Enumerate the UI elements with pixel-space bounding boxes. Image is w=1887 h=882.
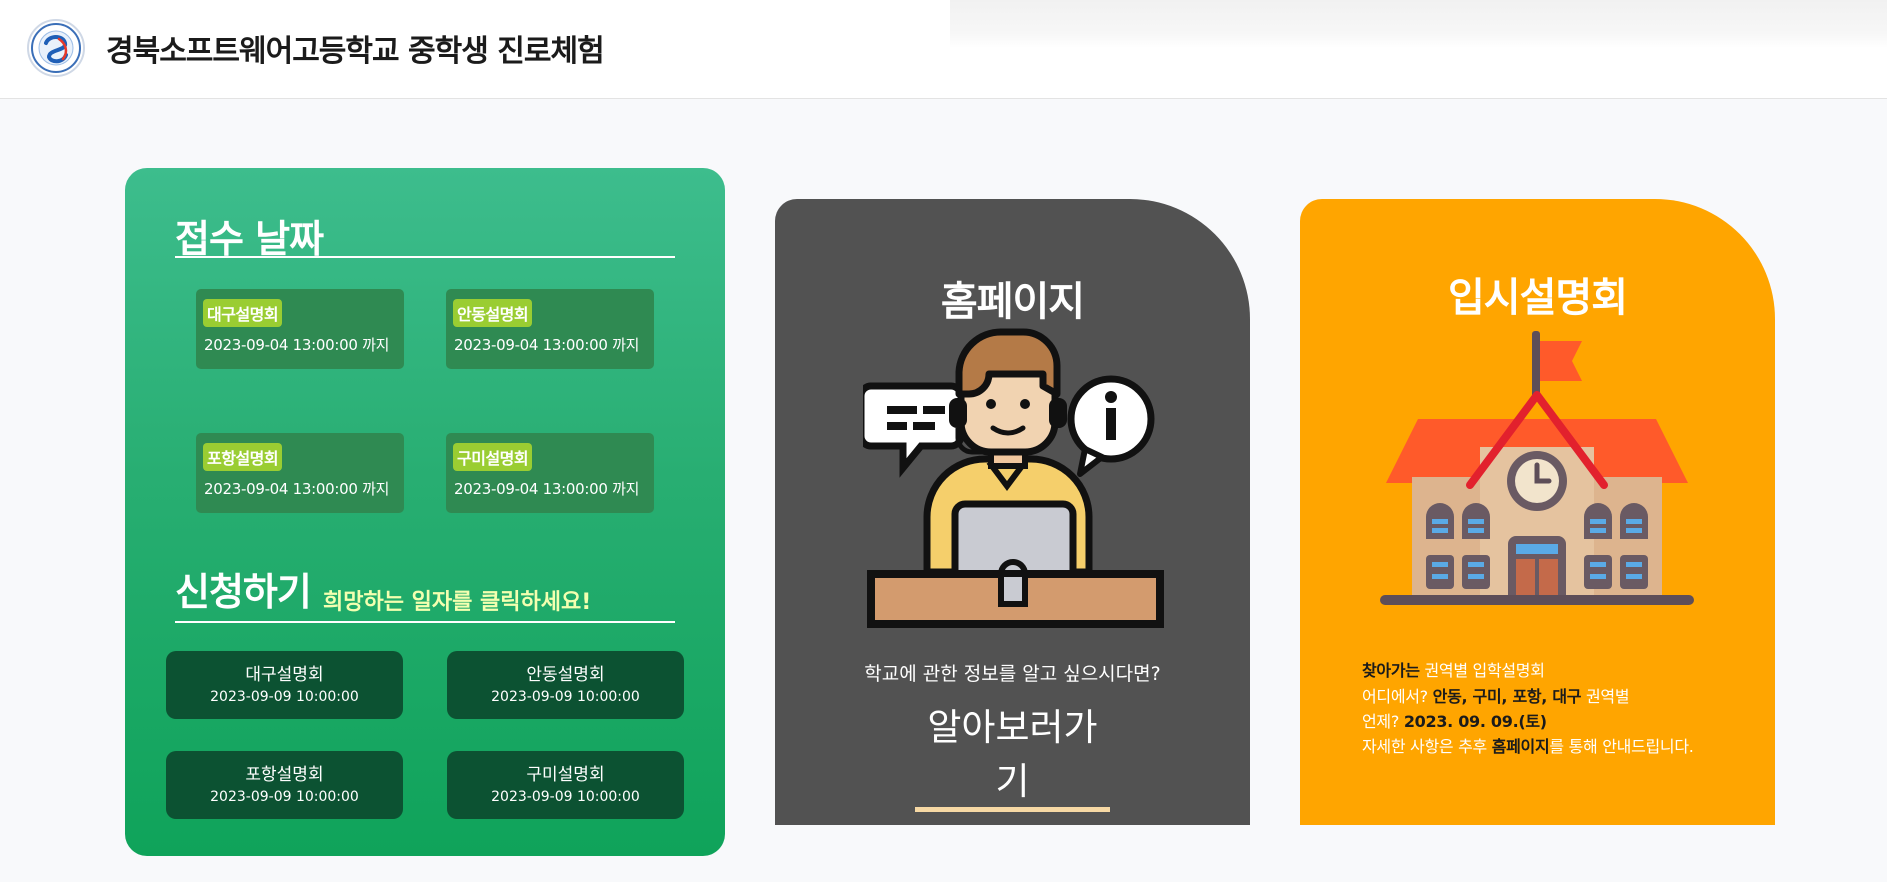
apply-title: 신청하기 — [175, 570, 312, 614]
apply-button-pohang[interactable]: 포항설명회 2023-09-09 10:00:00 — [166, 751, 403, 819]
registration-item: 대구설명회 2023-09-04 13:00:00 까지 — [196, 289, 404, 369]
registration-deadline: 2023-09-04 13:00:00 까지 — [204, 336, 390, 354]
registration-badge: 포항설명회 — [203, 443, 283, 471]
registration-badge: 구미설명회 — [453, 443, 533, 471]
header-shade — [950, 0, 1887, 48]
admission-info-line: 자세한 사항은 추후 홈페이지를 통해 안내드립니다. — [1362, 733, 1694, 757]
apply-button-gumi[interactable]: 구미설명회 2023-09-09 10:00:00 — [447, 751, 684, 819]
info-emphasis: 안동, 구미, 포항, 대구 — [1432, 687, 1582, 706]
homepage-title: 홈페이지 — [940, 279, 1085, 325]
admission-info-line: 어디에서? 안동, 구미, 포항, 대구 권역별 — [1362, 683, 1630, 707]
info-text: 권역별 — [1581, 687, 1630, 706]
apply-button-label: 구미설명회 — [526, 765, 605, 785]
learn-more-link[interactable]: 알아보러가기 — [915, 697, 1110, 812]
info-text: 언제? — [1362, 712, 1404, 731]
registration-deadline: 2023-09-04 13:00:00 까지 — [454, 336, 640, 354]
school-emblem-icon[interactable] — [27, 19, 85, 77]
registration-item: 안동설명회 2023-09-04 13:00:00 까지 — [446, 289, 654, 369]
admission-info-line: 언제? 2023. 09. 09.(토) — [1362, 708, 1547, 732]
divider — [175, 621, 675, 623]
apply-button-label: 대구설명회 — [245, 665, 324, 685]
site-title[interactable]: 경북소프트웨어고등학교 중학생 진로체험 — [106, 26, 605, 70]
header: 경북소프트웨어고등학교 중학생 진로체험 — [0, 0, 1887, 99]
admission-title: 입시설명회 — [1448, 275, 1628, 321]
registration-badge: 대구설명회 — [203, 299, 283, 327]
school-building-icon — [1380, 329, 1695, 633]
registration-badge: 안동설명회 — [453, 299, 533, 327]
apply-button-daegu[interactable]: 대구설명회 2023-09-09 10:00:00 — [166, 651, 403, 719]
registration-item: 구미설명회 2023-09-04 13:00:00 까지 — [446, 433, 654, 513]
info-emphasis: 찾아가는 — [1362, 661, 1420, 680]
homepage-card: 홈페이지 학교에 관한 정보를 알고 싶으시다면? 알아보러가기 — [775, 199, 1250, 825]
customer-support-icon — [857, 324, 1168, 638]
apply-button-label: 안동설명회 — [526, 665, 605, 685]
apply-button-datetime: 2023-09-09 10:00:00 — [491, 689, 640, 705]
apply-button-label: 포항설명회 — [245, 765, 324, 785]
registration-deadline: 2023-09-04 13:00:00 까지 — [204, 480, 390, 498]
divider — [175, 256, 675, 258]
apply-subtitle: 희망하는 일자를 클릭하세요! — [323, 590, 592, 615]
registration-item: 포항설명회 2023-09-04 13:00:00 까지 — [196, 433, 404, 513]
registration-title: 접수 날짜 — [175, 217, 324, 261]
apply-button-datetime: 2023-09-09 10:00:00 — [210, 789, 359, 805]
registration-deadline: 2023-09-04 13:00:00 까지 — [454, 480, 640, 498]
admission-card: 입시설명회 찾아가는 권역별 입학설명회 어디에서? 안동, 구미, 포항, 대… — [1300, 199, 1775, 825]
info-emphasis: 2023. 09. 09.(토) — [1403, 712, 1547, 731]
info-text: 자세한 사항은 추후 — [1362, 737, 1492, 756]
info-emphasis: 홈페이지 — [1491, 737, 1550, 756]
apply-button-datetime: 2023-09-09 10:00:00 — [491, 789, 640, 805]
schedule-card: 접수 날짜 대구설명회 2023-09-04 13:00:00 까지 안동설명회… — [125, 168, 725, 856]
info-text: 를 통해 안내드립니다. — [1549, 737, 1694, 756]
apply-button-andong[interactable]: 안동설명회 2023-09-09 10:00:00 — [447, 651, 684, 719]
apply-button-datetime: 2023-09-09 10:00:00 — [210, 689, 359, 705]
info-text: 권역별 입학설명회 — [1419, 661, 1545, 680]
homepage-question: 학교에 관한 정보를 알고 싶으시다면? — [864, 663, 1161, 685]
info-text: 어디에서? — [1362, 687, 1433, 706]
admission-info-line: 찾아가는 권역별 입학설명회 — [1362, 657, 1545, 681]
